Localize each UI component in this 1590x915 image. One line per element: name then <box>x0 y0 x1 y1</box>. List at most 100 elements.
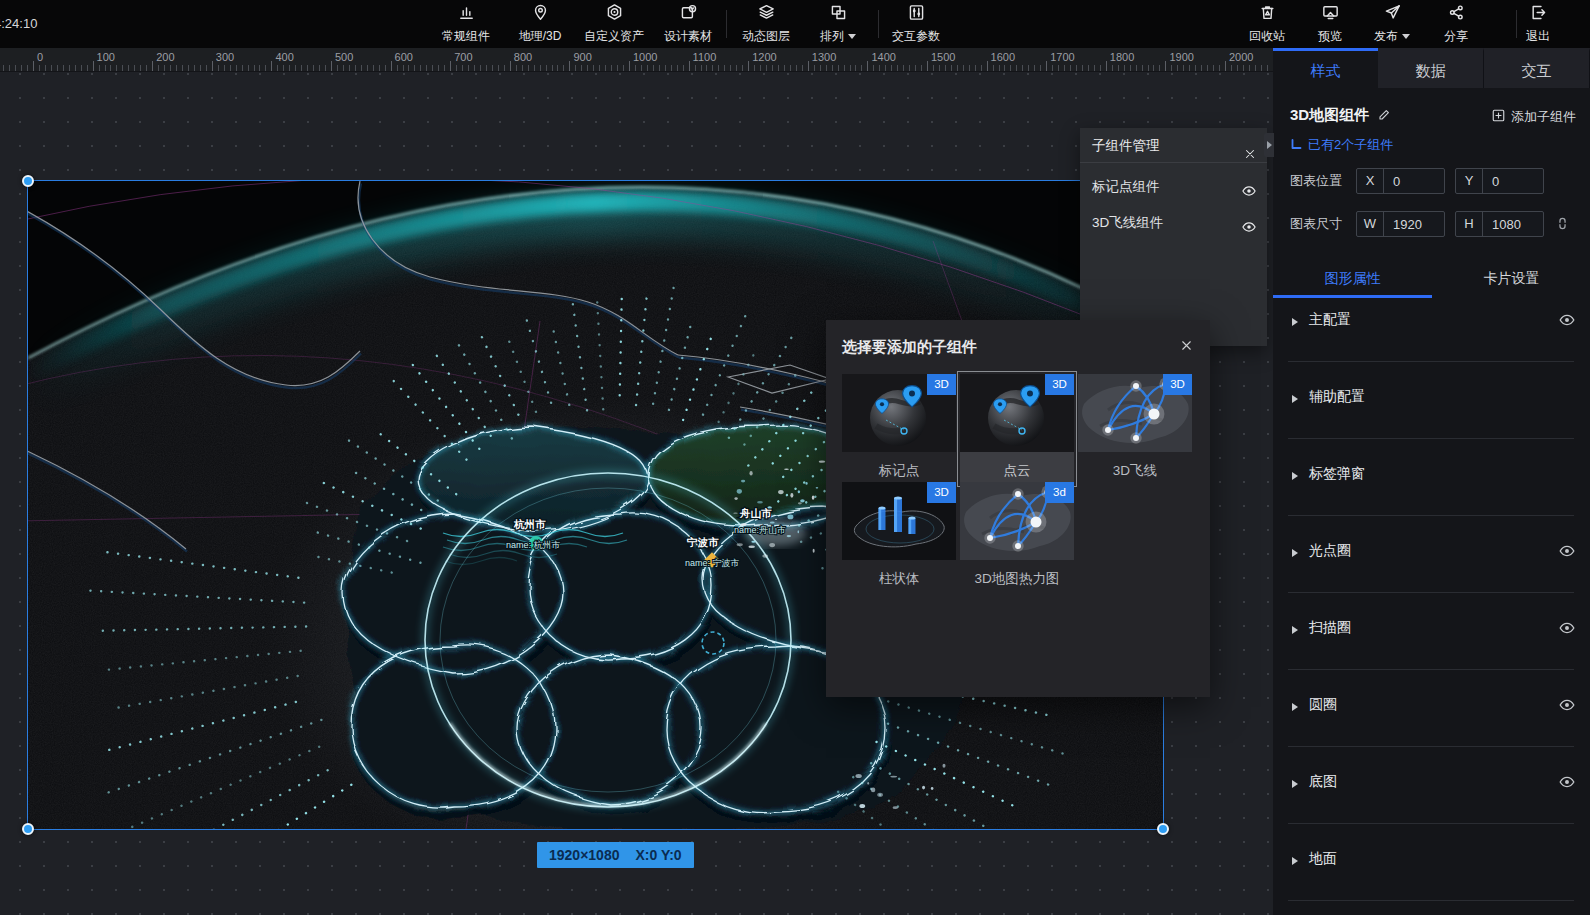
close-icon[interactable] <box>1243 139 1257 174</box>
badge-3d: 3D <box>927 482 956 503</box>
component-title-row: 3D地图组件 <box>1290 106 1392 125</box>
w-value: 1920 <box>1384 217 1444 232</box>
subcomponent-item[interactable]: 标记点组件 <box>1080 171 1267 203</box>
expand-arrow-icon[interactable] <box>1292 395 1298 403</box>
selection-handle-bottom-right[interactable] <box>1157 823 1169 835</box>
badge-3d: 3D <box>1045 374 1074 395</box>
component-thumbnail: 3D <box>842 374 956 452</box>
expand-arrow-icon[interactable] <box>1292 857 1298 865</box>
toolbar-item-share[interactable]: 分享 <box>1420 0 1492 48</box>
modal-component-option[interactable]: 3D 柱状体 <box>839 479 959 595</box>
badge-3d: 3d <box>1045 482 1074 503</box>
modal-component-option[interactable]: 3D 3D飞线 <box>1075 371 1195 487</box>
visibility-eye-icon[interactable] <box>1558 311 1576 333</box>
component-thumbnail: 3d <box>960 482 1074 560</box>
selection-handle-bottom-left[interactable] <box>22 823 34 835</box>
component-option-label: 3D飞线 <box>1078 458 1192 484</box>
section-光点圈[interactable]: 光点圈 <box>1273 534 1590 574</box>
modal-component-option[interactable]: 3d 3D地图热力图 <box>957 479 1077 595</box>
y-prefix: Y <box>1456 169 1483 193</box>
expand-arrow-icon[interactable] <box>1292 626 1298 634</box>
section-圆圈[interactable]: 圆圈 <box>1273 688 1590 728</box>
size-h-input[interactable]: H 1080 <box>1455 211 1544 237</box>
section-主配置[interactable]: 主配置 <box>1273 303 1590 343</box>
clock: 4:24:10 <box>0 0 37 48</box>
modal-title: 选择要添加的子组件 <box>842 338 977 357</box>
exit-icon <box>1529 3 1548 26</box>
inspector-panel: 样式数据交互 3D地图组件 添加子组件 已有2个子组件 图表位置 X 0 Y 0… <box>1273 48 1590 915</box>
publish-icon <box>1383 3 1402 26</box>
layers-icon <box>757 3 776 26</box>
expand-arrow-icon[interactable] <box>1292 318 1298 326</box>
edit-icon[interactable] <box>1377 107 1392 125</box>
svg-text:name:舟山市: name:舟山市 <box>734 525 786 535</box>
component-thumbnail: 3D <box>1078 374 1192 452</box>
badge-position: X:0 Y:0 <box>635 842 681 868</box>
x-value: 0 <box>1384 174 1444 189</box>
section-底图[interactable]: 底图 <box>1273 765 1590 805</box>
position-y-input[interactable]: Y 0 <box>1455 168 1544 194</box>
visibility-eye-icon[interactable] <box>1558 773 1576 795</box>
add-subcomponent-button[interactable]: 添加子组件 <box>1491 108 1576 126</box>
params-icon <box>907 3 926 26</box>
position-x-input[interactable]: X 0 <box>1356 168 1445 194</box>
w-prefix: W <box>1357 212 1384 236</box>
toolbar-item-arrange[interactable]: 排列 <box>798 0 878 48</box>
selection-handle-top-left[interactable] <box>22 175 34 187</box>
arrange-icon <box>829 3 848 26</box>
add-subcomponent-modal: 选择要添加的子组件 3D标记点3D点云3D3D飞线3D柱状体3d3D地图热力图 <box>826 320 1210 697</box>
expand-arrow-icon[interactable] <box>1292 549 1298 557</box>
ruler-horizontal: 0100200300400500600700800900100011001200… <box>0 48 1273 72</box>
component-thumbnail: 3D <box>842 482 956 560</box>
add-box-icon <box>1491 108 1506 126</box>
add-subcomponent-label: 添加子组件 <box>1511 108 1576 126</box>
toolbar-item-pin[interactable]: 地理/3D <box>500 0 580 48</box>
subcomponent-count-label: 已有2个子组件 <box>1308 136 1393 154</box>
subcomponent-manager-panel: 子组件管理 标记点组件3D飞线组件 <box>1080 128 1267 346</box>
toolbar-item-layers[interactable]: 动态图层 <box>726 0 806 48</box>
modal-component-option[interactable]: 3D点云 <box>957 371 1077 487</box>
app: 4:24:10 常规组件地理/3D自定义资产设计素材动态图层排列交互参数 回收站… <box>0 0 1590 915</box>
badge-3d: 3D <box>1163 374 1192 395</box>
inspector-tab-数据[interactable]: 数据 <box>1378 48 1484 88</box>
section-地面[interactable]: 地面 <box>1273 842 1590 882</box>
expand-arrow-icon[interactable] <box>1292 703 1298 711</box>
design-icon <box>679 3 698 26</box>
visibility-eye-icon[interactable] <box>1558 542 1576 564</box>
x-prefix: X <box>1357 169 1384 193</box>
section-辅助配置[interactable]: 辅助配置 <box>1273 380 1590 420</box>
inspector-tab-交互[interactable]: 交互 <box>1484 48 1590 88</box>
section-扫描圈[interactable]: 扫描圈 <box>1273 611 1590 651</box>
hex-icon <box>605 3 624 26</box>
component-thumbnail: 3D <box>960 374 1074 452</box>
inner-tab-卡片设置[interactable]: 卡片设置 <box>1432 270 1590 288</box>
toolbar-item-hex[interactable]: 自定义资产 <box>574 0 654 48</box>
component-option-label: 3D地图热力图 <box>960 566 1074 592</box>
lock-aspect-icon[interactable] <box>1554 215 1571 236</box>
svg-text:舟山市: 舟山市 <box>739 507 772 519</box>
modal-close-icon[interactable] <box>1179 338 1194 357</box>
visibility-eye-icon[interactable] <box>1558 696 1576 718</box>
visibility-eye-icon[interactable] <box>1241 215 1257 247</box>
subcomponent-count-link[interactable]: 已有2个子组件 <box>1290 136 1393 154</box>
visibility-eye-icon[interactable] <box>1558 619 1576 641</box>
panel-collapse-handle[interactable] <box>1264 133 1274 157</box>
component-option-label: 柱状体 <box>842 566 956 592</box>
toolbar-item-exit[interactable]: 退出 <box>1502 0 1574 48</box>
trash-icon <box>1258 3 1277 26</box>
inspector-tab-样式[interactable]: 样式 <box>1273 48 1378 88</box>
size-w-input[interactable]: W 1920 <box>1356 211 1445 237</box>
subcomponent-item[interactable]: 3D飞线组件 <box>1080 207 1267 239</box>
inner-tab-图形属性[interactable]: 图形属性 <box>1273 270 1432 288</box>
expand-arrow-icon[interactable] <box>1292 472 1298 480</box>
section-标签弹窗[interactable]: 标签弹窗 <box>1273 457 1590 497</box>
toolbar-item-params[interactable]: 交互参数 <box>876 0 956 48</box>
modal-component-option[interactable]: 3D标记点 <box>839 371 959 487</box>
chart-icon <box>457 3 476 26</box>
toolbar-item-design[interactable]: 设计素材 <box>648 0 728 48</box>
expand-arrow-icon[interactable] <box>1292 780 1298 788</box>
toolbar-item-chart[interactable]: 常规组件 <box>426 0 506 48</box>
preview-icon <box>1321 3 1340 26</box>
toolbar-item-trash[interactable]: 回收站 <box>1231 0 1303 48</box>
toolbar-item-publish[interactable]: 发布 <box>1356 0 1428 48</box>
